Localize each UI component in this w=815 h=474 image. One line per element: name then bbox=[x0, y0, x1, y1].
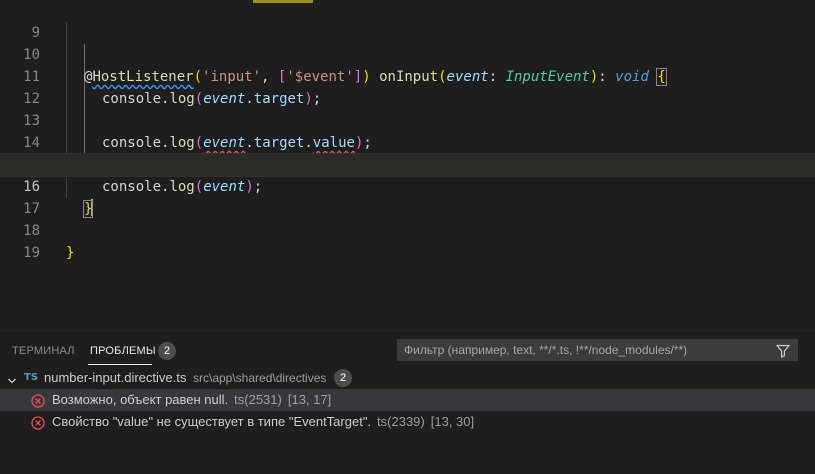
code-line: 12 bbox=[0, 66, 815, 107]
code-line: 17 bbox=[0, 176, 815, 217]
bottom-panel: ТЕРМИНАЛ ПРОБЛЕМЫ 2 TS number-input.dire… bbox=[0, 330, 815, 474]
problem-code: ts(2531) bbox=[234, 392, 282, 407]
problem-code: ts(2339) bbox=[377, 414, 425, 429]
tab-terminal[interactable]: ТЕРМИНАЛ bbox=[12, 344, 75, 358]
code-editor[interactable]: 9 10 @HostListener('input', ['$event']) … bbox=[0, 0, 815, 330]
code-line: 14 bbox=[0, 110, 815, 151]
filter-icon[interactable] bbox=[775, 343, 791, 364]
active-tab-indicator bbox=[88, 364, 152, 365]
problem-message: Возможно, объект равен null. ts(2531) [13,… bbox=[52, 392, 332, 407]
file-path: src\app\shared\directives bbox=[193, 371, 327, 385]
tab-problems[interactable]: ПРОБЛЕМЫ bbox=[90, 344, 156, 358]
panel-tabs: ТЕРМИНАЛ ПРОБЛЕМЫ 2 bbox=[0, 331, 815, 367]
code-line: 19 bbox=[0, 220, 815, 261]
code-text: } bbox=[66, 245, 75, 261]
problem-position: [13, 30] bbox=[430, 414, 475, 429]
typescript-file-icon: TS bbox=[24, 372, 39, 383]
code-line: 10 @HostListener('input', ['$event']) on… bbox=[0, 22, 815, 86]
code-line: 15 console.log(event); bbox=[0, 132, 815, 195]
problem-item[interactable]: Возможно, объект равен null. ts(2531) [13,… bbox=[0, 389, 815, 411]
problems-count-badge: 2 bbox=[158, 342, 176, 360]
line-number: 19 bbox=[23, 245, 40, 261]
problem-position: [13, 17] bbox=[287, 392, 332, 407]
code-line-current: 16 } bbox=[0, 153, 815, 218]
error-icon bbox=[31, 415, 45, 437]
problem-file-row[interactable]: TS number-input.directive.ts src\app\sha… bbox=[0, 367, 815, 389]
problems-filter[interactable] bbox=[397, 339, 798, 361]
problem-message: Свойство "value" не существует в типе "E… bbox=[52, 414, 475, 429]
filter-input[interactable] bbox=[398, 340, 758, 360]
file-problems-count: 2 bbox=[334, 369, 352, 387]
code-line: 13 console.log(event.target.value); bbox=[0, 88, 815, 151]
code-line: 18 } bbox=[0, 198, 815, 261]
problem-item[interactable]: Свойство "value" не существует в типе "E… bbox=[0, 411, 815, 433]
file-name: number-input.directive.ts bbox=[44, 370, 187, 385]
code-line: 9 bbox=[0, 0, 815, 41]
code-line: 11 console.log(event.target); bbox=[0, 44, 815, 107]
